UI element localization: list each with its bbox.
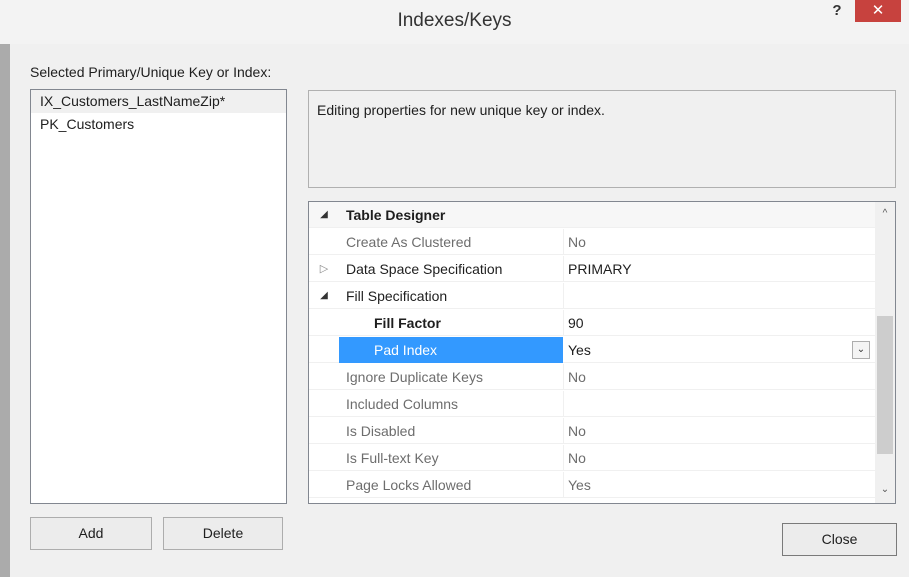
- property-row[interactable]: ▷ Data Space Specification PRIMARY: [309, 256, 875, 282]
- property-name: Ignore Duplicate Keys: [346, 369, 483, 385]
- property-category-row[interactable]: ◢ Table Designer: [309, 202, 875, 228]
- property-name: Included Columns: [346, 396, 459, 412]
- column-divider: [563, 256, 564, 282]
- expand-triangle-icon[interactable]: ▷: [309, 256, 339, 282]
- column-divider: [563, 418, 564, 444]
- description-box: Editing properties for new unique key or…: [308, 90, 896, 188]
- property-name: Create As Clustered: [346, 234, 472, 250]
- property-grid[interactable]: ◢ Table Designer Create As Clustered No …: [308, 201, 896, 504]
- property-row[interactable]: Page Locks Allowed Yes: [309, 472, 875, 498]
- property-value: PRIMARY: [568, 261, 632, 277]
- list-item[interactable]: PK_Customers: [31, 113, 286, 136]
- property-value-select[interactable]: Yes: [568, 337, 875, 363]
- property-name: Table Designer: [346, 207, 446, 223]
- property-name: Pad Index: [339, 337, 563, 363]
- property-row-selected[interactable]: Pad Index Yes ⌄: [309, 337, 875, 363]
- scroll-down-icon[interactable]: ⌄: [875, 480, 895, 500]
- collapse-triangle-icon[interactable]: ◢: [309, 283, 339, 309]
- column-divider: [563, 364, 564, 390]
- property-row[interactable]: Fill Factor 90: [309, 310, 875, 336]
- list-item[interactable]: IX_Customers_LastNameZip*: [31, 90, 286, 113]
- property-value: Yes: [568, 477, 591, 493]
- column-divider: [563, 391, 564, 417]
- row-gutter: [309, 310, 339, 336]
- title-bar: Indexes/Keys ? ✕: [0, 0, 909, 44]
- delete-button[interactable]: Delete: [163, 517, 283, 550]
- row-gutter: [309, 472, 339, 498]
- window-title: Indexes/Keys: [397, 10, 512, 31]
- property-value: [568, 202, 875, 228]
- add-button[interactable]: Add: [30, 517, 152, 550]
- property-row[interactable]: Is Disabled No: [309, 418, 875, 444]
- property-name: Data Space Specification: [346, 261, 503, 277]
- property-value: [568, 391, 875, 417]
- keys-list[interactable]: IX_Customers_LastNameZip* PK_Customers: [30, 89, 287, 504]
- collapse-triangle-icon[interactable]: ◢: [309, 202, 339, 228]
- property-row[interactable]: ◢ Fill Specification: [309, 283, 875, 309]
- property-grid-scrollbar[interactable]: ^ ⌄: [875, 202, 895, 503]
- window-edge: [0, 44, 10, 577]
- property-name: Fill Factor: [374, 315, 441, 331]
- column-divider: [563, 310, 564, 336]
- row-gutter: [309, 391, 339, 417]
- property-name: Is Full-text Key: [346, 450, 439, 466]
- column-divider: [563, 283, 564, 309]
- keys-list-label: Selected Primary/Unique Key or Index:: [30, 64, 272, 80]
- property-value: No: [568, 423, 586, 439]
- help-button[interactable]: ?: [822, 0, 852, 22]
- chevron-down-icon[interactable]: ⌄: [852, 341, 870, 359]
- property-row[interactable]: Create As Clustered No: [309, 229, 875, 255]
- row-gutter: [309, 229, 339, 255]
- property-name: Fill Specification: [346, 288, 448, 304]
- property-name: Is Disabled: [346, 423, 416, 439]
- property-value: No: [568, 369, 586, 385]
- column-divider: [563, 472, 564, 498]
- property-row[interactable]: Included Columns: [309, 391, 875, 417]
- scroll-thumb[interactable]: [877, 316, 893, 454]
- column-divider: [563, 445, 564, 471]
- property-value: [568, 283, 875, 309]
- row-gutter: [309, 364, 339, 390]
- property-name: Page Locks Allowed: [346, 477, 472, 493]
- row-gutter: [309, 337, 339, 363]
- row-gutter: [309, 418, 339, 444]
- scroll-up-icon[interactable]: ^: [875, 204, 895, 224]
- row-gutter: [309, 445, 339, 471]
- question-mark-icon: ?: [832, 2, 842, 19]
- property-value: No: [568, 450, 586, 466]
- close-icon: ✕: [871, 2, 885, 19]
- property-row[interactable]: Ignore Duplicate Keys No: [309, 364, 875, 390]
- description-text: Editing properties for new unique key or…: [317, 102, 605, 118]
- column-divider: [563, 229, 564, 255]
- property-row[interactable]: Is Full-text Key No: [309, 445, 875, 471]
- window-close-button[interactable]: ✕: [855, 0, 901, 22]
- close-button[interactable]: Close: [782, 523, 897, 556]
- property-value: No: [568, 234, 586, 250]
- property-value: 90: [568, 315, 584, 331]
